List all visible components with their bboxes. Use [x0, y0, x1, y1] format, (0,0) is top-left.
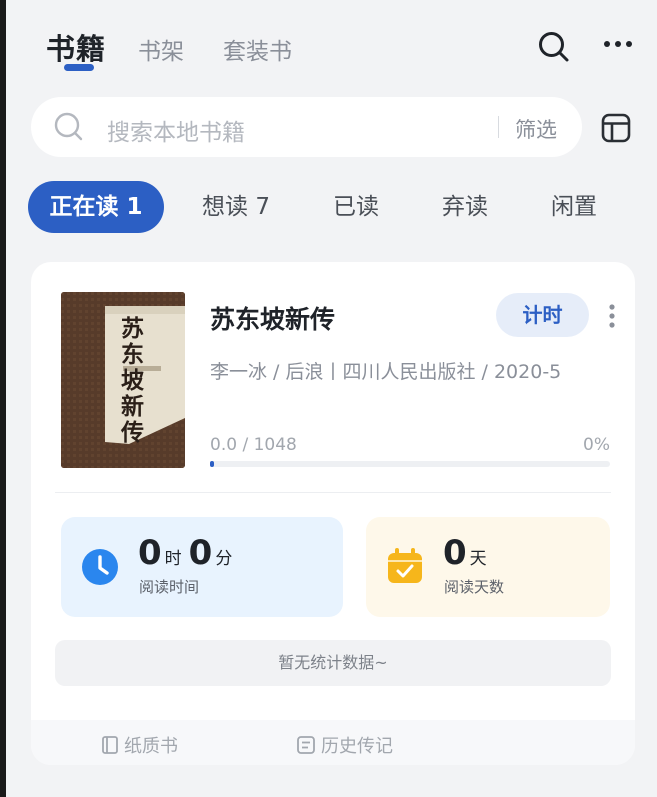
- tag-history-biography-label: 历史传记: [321, 736, 393, 757]
- no-stats-message[interactable]: 暂无统计数据~: [55, 640, 611, 686]
- minutes-unit: 分: [215, 549, 233, 569]
- reading-minutes: 0: [188, 533, 213, 573]
- days-unit: 天: [469, 549, 487, 569]
- book-title[interactable]: 苏东坡新传: [210, 300, 335, 336]
- reading-time-label: 阅读时间: [139, 578, 200, 596]
- filter-abandoned[interactable]: 弃读: [425, 181, 505, 233]
- filter-idle[interactable]: 闲置: [534, 181, 614, 233]
- card-divider: [55, 492, 611, 493]
- more-vertical-icon[interactable]: [607, 302, 617, 330]
- filter-want-to-read[interactable]: 想读 7: [188, 181, 284, 233]
- top-bar: 书籍 书架 套装书: [0, 0, 657, 90]
- progress-percent: 0%: [583, 435, 610, 455]
- book-card[interactable]: 苏东坡新传 苏东坡新传 计时 李一冰 / 后浪丨四川人民出版社 / 2020-5…: [31, 262, 635, 765]
- reading-time-stat[interactable]: 0时0分 阅读时间: [61, 517, 343, 617]
- tab-books[interactable]: 书籍: [46, 26, 106, 68]
- tag-paper-book-label: 纸质书: [124, 736, 178, 757]
- book-cover-title: 苏东坡新传: [121, 315, 144, 446]
- category-icon: [297, 736, 315, 754]
- layout-toggle-icon[interactable]: [600, 112, 632, 144]
- reading-hours: 0: [138, 533, 162, 573]
- book-cover[interactable]: 苏东坡新传: [61, 292, 185, 468]
- progress-bar: [210, 461, 610, 467]
- status-filter-bar: 正在读 1 想读 7 已读 弃读 闲置: [28, 181, 638, 233]
- tag-history-biography[interactable]: 历史传记: [296, 732, 393, 758]
- clock-icon: [82, 549, 118, 585]
- progress-bar-fill: [210, 461, 214, 467]
- search-bar[interactable]: 搜索本地书籍 筛选: [31, 97, 582, 157]
- calendar-icon: [388, 548, 422, 583]
- window-edge: [0, 0, 6, 797]
- hours-unit: 时: [164, 549, 182, 569]
- tag-paper-book[interactable]: 纸质书: [101, 732, 178, 758]
- search-input[interactable]: 搜索本地书籍: [107, 113, 245, 147]
- active-tab-indicator: [64, 64, 94, 71]
- book-tags-bar: 纸质书 历史传记: [31, 720, 635, 765]
- filter-read[interactable]: 已读: [316, 181, 396, 233]
- more-icon[interactable]: [602, 34, 634, 54]
- reading-days-stat[interactable]: 0天 阅读天数: [366, 517, 610, 617]
- reading-days: 0: [443, 533, 467, 573]
- filter-button[interactable]: 筛选: [515, 114, 557, 144]
- search-icon[interactable]: [537, 30, 571, 64]
- tab-book-sets[interactable]: 套装书: [223, 32, 292, 66]
- timer-button[interactable]: 计时: [496, 293, 589, 337]
- reading-time-values: 0时0分: [138, 533, 239, 573]
- tab-bookshelf[interactable]: 书架: [138, 32, 184, 66]
- book-meta: 李一冰 / 后浪丨四川人民出版社 / 2020-5: [210, 361, 562, 383]
- book-icon: [102, 736, 118, 754]
- progress-count: 0.0 / 1048: [210, 435, 297, 455]
- reading-days-label: 阅读天数: [444, 578, 505, 596]
- search-divider: [498, 116, 499, 138]
- reading-days-values: 0天: [443, 533, 494, 573]
- search-icon: [54, 112, 83, 141]
- filter-reading[interactable]: 正在读 1: [28, 181, 164, 233]
